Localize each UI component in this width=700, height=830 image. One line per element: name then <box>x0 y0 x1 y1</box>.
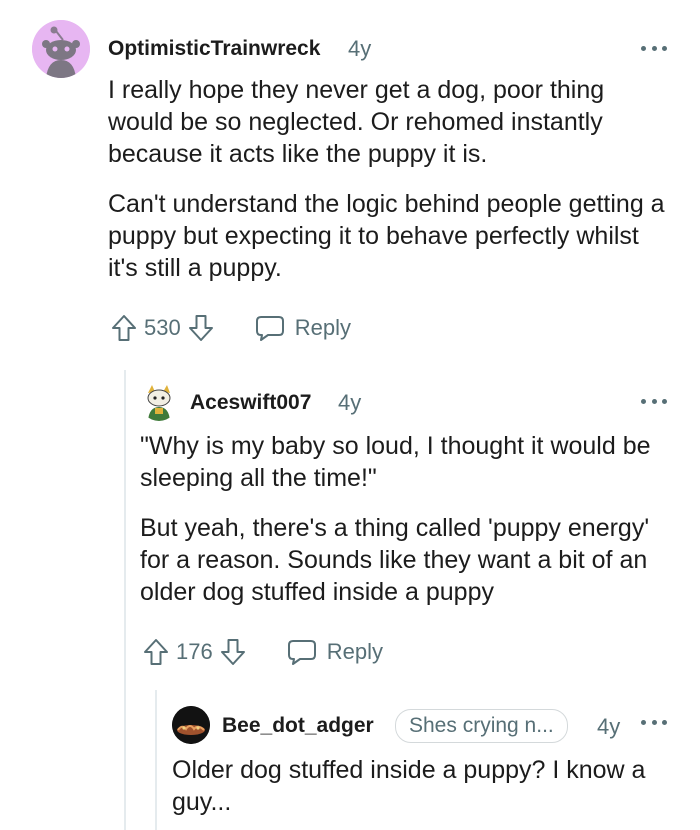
upvote-icon[interactable] <box>142 638 170 666</box>
comment-age: 4y <box>348 36 372 61</box>
more-options-icon[interactable] <box>641 43 667 53</box>
comment-age: 4y <box>597 714 621 739</box>
thread-line-level-1[interactable] <box>124 370 126 830</box>
comment-paragraph: Older dog stuffed inside a puppy? I know… <box>172 756 646 816</box>
more-options-icon[interactable] <box>641 396 667 406</box>
avatar[interactable] <box>140 383 178 421</box>
comment-paragraph: Can't understand the logic behind people… <box>108 190 665 282</box>
comment-paragraph: "Why is my baby so loud, I thought it wo… <box>140 432 651 492</box>
comment-body: "Why is my baby so loud, I thought it wo… <box>140 430 680 626</box>
comment-actions: 176 Reply <box>142 638 383 666</box>
more-options-icon[interactable] <box>641 717 667 727</box>
reply-icon <box>255 316 284 341</box>
avatar[interactable] <box>172 706 210 744</box>
vote-score: 176 <box>176 639 213 664</box>
comment-paragraph: But yeah, there's a thing called 'puppy … <box>140 514 650 606</box>
username[interactable]: Aceswift007 <box>190 391 311 415</box>
comment-age: 4y <box>338 390 362 415</box>
user-avatar-icon <box>172 706 210 744</box>
reply-label: Reply <box>294 315 351 340</box>
avatar[interactable] <box>32 20 90 78</box>
user-flair: Shes crying n... <box>395 709 568 743</box>
thread-line-level-2[interactable] <box>155 690 157 830</box>
upvote-icon[interactable] <box>110 314 138 342</box>
snoo-avatar-icon <box>140 383 178 421</box>
snoo-avatar-icon <box>32 20 90 78</box>
downvote-icon[interactable] <box>219 638 247 666</box>
comment-body: Older dog stuffed inside a puppy? I know… <box>172 754 677 830</box>
reply-button[interactable]: Reply <box>255 314 351 342</box>
reply-label: Reply <box>326 639 383 664</box>
username[interactable]: OptimisticTrainwreck <box>108 37 320 61</box>
comment-paragraph: I really hope they never get a dog, poor… <box>108 76 605 168</box>
reply-button[interactable]: Reply <box>287 638 383 666</box>
vote-score: 530 <box>144 315 181 340</box>
username[interactable]: Bee_dot_adger <box>222 714 374 738</box>
reply-icon <box>287 640 316 665</box>
downvote-icon[interactable] <box>187 314 215 342</box>
comment-actions: 530 Reply <box>110 314 351 342</box>
comment-body: I really hope they never get a dog, poor… <box>108 74 668 302</box>
